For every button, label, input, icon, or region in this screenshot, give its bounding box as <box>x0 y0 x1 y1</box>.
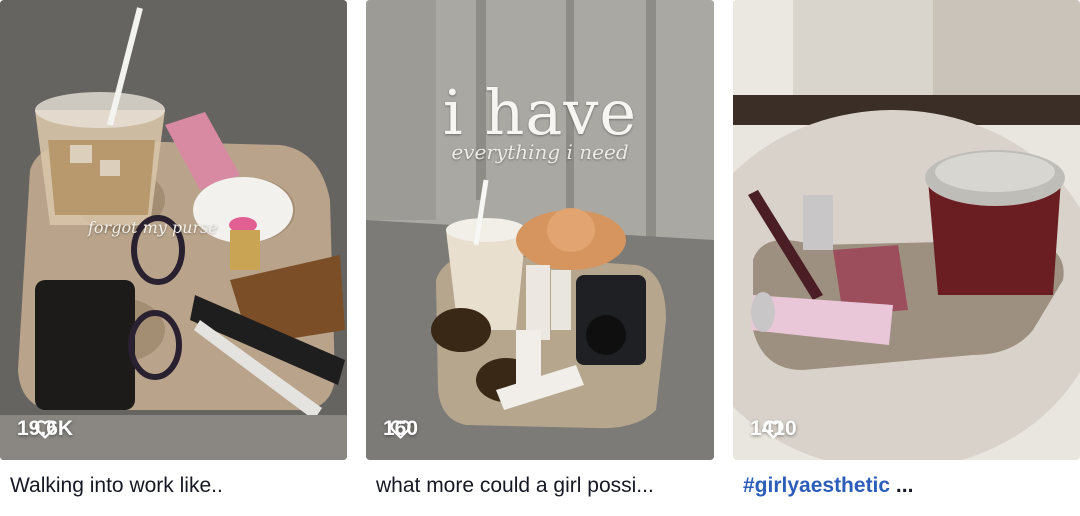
caption-hashtag[interactable]: #girlyaesthetic <box>743 474 890 497</box>
overlay-caption: forgot my purse <box>88 218 218 237</box>
video-thumbnail[interactable]: i have everything i need 160 <box>366 0 714 460</box>
heart-outline-icon <box>390 420 411 439</box>
caption-ellipsis: ... <box>890 474 914 497</box>
like-count: 160 <box>383 417 418 441</box>
thumbnail-image <box>733 0 1080 460</box>
video-caption[interactable]: #girlyaesthetic ... <box>743 474 913 498</box>
video-card[interactable]: i have everything i need 160 what more c… <box>366 0 714 516</box>
video-thumbnail[interactable]: forgot my purse 19.6K <box>0 0 347 460</box>
video-card[interactable]: 1410 #girlyaesthetic ... <box>733 0 1080 516</box>
overlay-title: i have <box>442 76 638 149</box>
video-caption[interactable]: Walking into work like.. <box>10 474 223 498</box>
video-card[interactable]: forgot my purse 19.6K Walking into work … <box>0 0 347 516</box>
like-count: 19.6K <box>17 417 73 441</box>
caption-text: Walking into work like.. <box>10 474 223 497</box>
like-count: 1410 <box>750 417 797 441</box>
thumbnail-image <box>366 0 714 460</box>
caption-text: what more could a girl possi... <box>376 474 654 497</box>
video-thumbnail[interactable]: 1410 <box>733 0 1080 460</box>
video-caption[interactable]: what more could a girl possi... <box>376 474 654 498</box>
heart-outline-icon <box>34 420 56 439</box>
heart-outline-icon <box>763 420 784 439</box>
overlay-subtitle: everything i need <box>451 140 629 164</box>
video-grid: forgot my purse 19.6K Walking into work … <box>0 0 1080 516</box>
